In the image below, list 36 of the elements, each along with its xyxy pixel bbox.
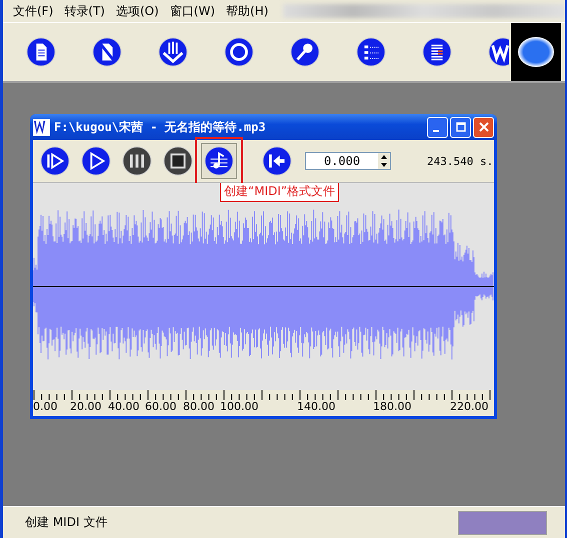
menu-item[interactable]: 文件(F) xyxy=(9,2,60,20)
ruler-label: 140.00 xyxy=(297,400,336,413)
spin-up-icon[interactable] xyxy=(378,153,390,161)
download-button[interactable] xyxy=(158,37,188,67)
ruler-label: 0.00 xyxy=(33,400,58,413)
logo-picture xyxy=(511,23,561,81)
microphone-button[interactable] xyxy=(290,37,320,67)
close-button[interactable] xyxy=(473,116,494,138)
spin-down-icon[interactable] xyxy=(378,161,390,169)
new-file-button[interactable] xyxy=(26,37,56,67)
menu-item[interactable]: 帮助(H) xyxy=(222,2,276,20)
ruler-label: 180.00 xyxy=(373,400,412,413)
app-logo-icon xyxy=(33,118,50,136)
maximize-icon xyxy=(456,122,466,132)
ruler-label: 80.00 xyxy=(183,400,214,413)
window-title: F:\kugou\宋茜 - 无名指的等待.mp3 xyxy=(54,118,267,136)
minimize-icon xyxy=(432,130,438,132)
maximize-button[interactable] xyxy=(450,116,471,138)
minimize-button[interactable] xyxy=(427,116,448,138)
ruler-label: 60.00 xyxy=(145,400,176,413)
duration-label: 243.540 s. xyxy=(427,154,494,168)
status-text: 创建 MIDI 文件 xyxy=(25,514,108,531)
position-field[interactable]: 0.000 xyxy=(305,152,391,170)
menu-item[interactable]: 窗口(W) xyxy=(166,2,222,20)
ruler-label: 20.00 xyxy=(70,400,102,413)
ruler-label: 100.00 xyxy=(220,400,258,413)
menu-item[interactable]: 转录(T) xyxy=(60,2,112,20)
menu-item[interactable]: 选项(O) xyxy=(112,2,166,20)
ruler-label: 40.00 xyxy=(108,400,140,413)
no-file-button[interactable] xyxy=(92,37,122,67)
ring-button[interactable] xyxy=(224,37,254,67)
list-button[interactable] xyxy=(356,37,386,67)
ruler-label: 220.00 xyxy=(450,400,488,413)
close-icon xyxy=(478,122,488,132)
tooltip: 创建“MIDI”格式文件 xyxy=(220,183,340,202)
bars-button[interactable] xyxy=(422,37,452,67)
